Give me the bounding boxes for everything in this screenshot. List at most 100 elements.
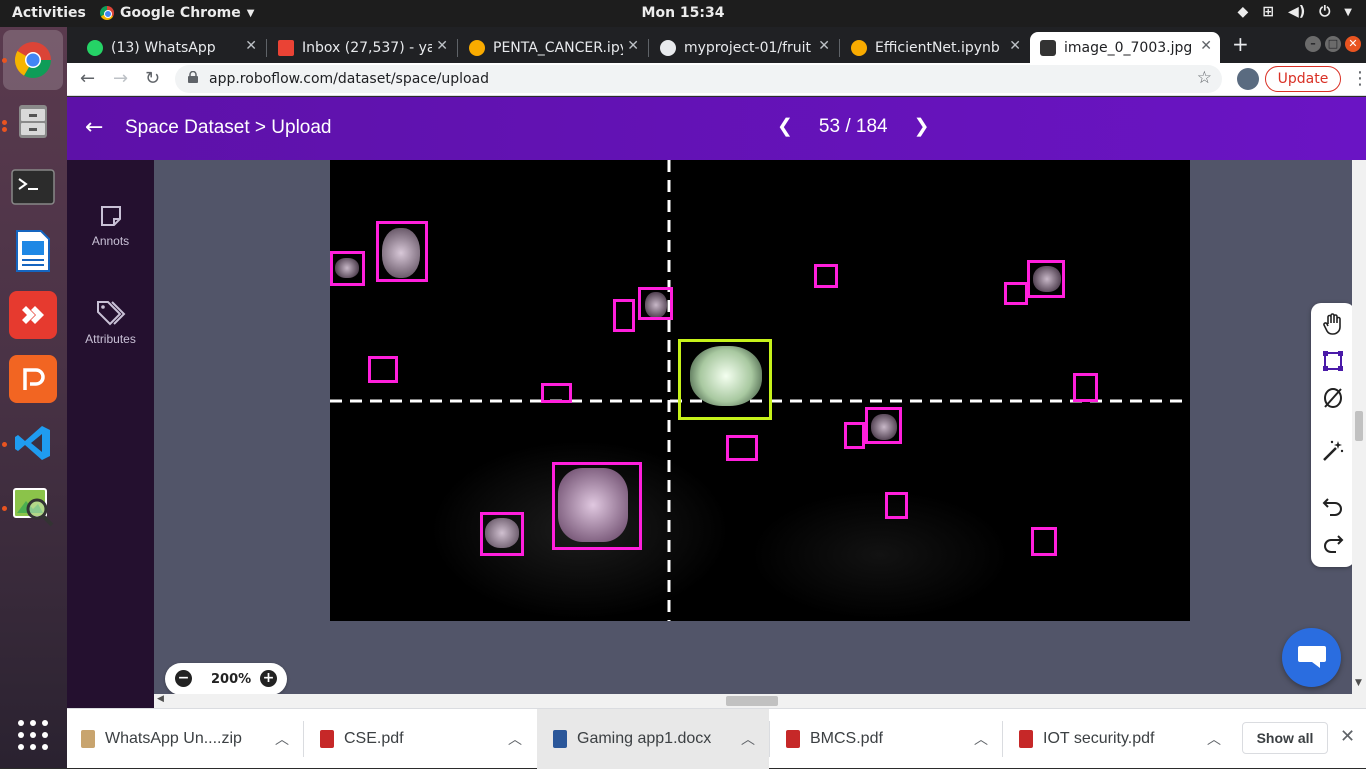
scroll-down-icon[interactable]: ▼: [1355, 678, 1362, 688]
bounding-box[interactable]: [613, 299, 635, 332]
polygon-tool-icon[interactable]: [1321, 386, 1345, 410]
close-icon[interactable]: ✕: [627, 38, 639, 54]
tab-efficientnet[interactable]: EfficientNet.ipynb ✕: [841, 32, 1029, 63]
close-icon[interactable]: ✕: [245, 38, 257, 54]
lock-icon: [188, 71, 198, 83]
scroll-left-icon[interactable]: ◀: [157, 694, 164, 704]
volume-icon[interactable]: ◀): [1288, 4, 1305, 20]
dock-writer[interactable]: [9, 227, 57, 275]
forward-button[interactable]: →: [113, 68, 128, 89]
back-button[interactable]: ←: [80, 68, 95, 89]
chevron-up-icon[interactable]: ︿: [508, 729, 522, 749]
tab-separator: [839, 39, 840, 57]
horizontal-scrollbar[interactable]: ◀: [154, 694, 1366, 708]
close-icon[interactable]: ✕: [1340, 726, 1355, 747]
download-item[interactable]: BMCS.pdf ︿: [770, 709, 1002, 769]
close-icon[interactable]: ✕: [1009, 38, 1021, 54]
bounding-box[interactable]: [330, 251, 365, 286]
tab-penta-cancer[interactable]: PENTA_CANCER.ipy ✕: [459, 32, 647, 63]
bounding-box[interactable]: [844, 422, 865, 449]
dock-image-viewer[interactable]: [9, 483, 57, 531]
note-icon: [100, 206, 121, 226]
chat-button[interactable]: [1282, 628, 1341, 687]
close-icon[interactable]: ✕: [436, 38, 448, 54]
bounding-box[interactable]: [552, 462, 642, 550]
bounding-box[interactable]: [541, 383, 572, 403]
bounding-box[interactable]: [638, 287, 673, 320]
dock-files[interactable]: [9, 97, 57, 145]
show-all-button[interactable]: Show all: [1242, 722, 1328, 754]
redo-icon[interactable]: [1321, 530, 1345, 554]
chevron-up-icon[interactable]: ︿: [275, 729, 289, 749]
tab-title: PENTA_CANCER.ipy: [493, 39, 623, 56]
bounding-box[interactable]: [1073, 373, 1098, 402]
bounding-box[interactable]: [1031, 527, 1057, 556]
download-item[interactable]: Gaming app1.docx ︿: [537, 709, 769, 769]
new-tab-button[interactable]: +: [1232, 32, 1249, 56]
bounding-box[interactable]: [368, 356, 398, 383]
bounding-box[interactable]: [885, 492, 908, 519]
tab-github[interactable]: myproject-01/fruit ✕: [650, 32, 838, 63]
bounding-box[interactable]: [376, 221, 428, 282]
pdf-icon: [320, 730, 334, 748]
download-item[interactable]: IOT security.pdf ︿: [1003, 709, 1235, 769]
bounding-box[interactable]: [865, 407, 902, 444]
power-icon[interactable]: ⏻: [1319, 4, 1330, 20]
dock-terminal[interactable]: [9, 163, 57, 211]
bounding-box[interactable]: [1004, 282, 1028, 305]
zoom-in-button[interactable]: +: [260, 670, 277, 687]
bounding-box-selected[interactable]: [678, 339, 772, 420]
profile-avatar[interactable]: [1237, 68, 1259, 90]
download-item[interactable]: WhatsApp Un....zip ︿: [81, 709, 303, 769]
chevron-down-icon[interactable]: ▼: [1344, 4, 1352, 20]
close-icon[interactable]: ✕: [818, 38, 830, 54]
bounding-box-tool-icon[interactable]: [1321, 349, 1345, 373]
download-item[interactable]: CSE.pdf ︿: [304, 709, 536, 769]
undo-icon[interactable]: [1321, 493, 1345, 517]
magic-wand-icon[interactable]: [1321, 439, 1345, 463]
close-icon[interactable]: ✕: [1200, 38, 1212, 54]
reload-button[interactable]: ↻: [145, 68, 160, 89]
sidebar-item-annots[interactable]: Annots: [67, 204, 154, 248]
annotation-canvas[interactable]: [154, 160, 1366, 708]
bounding-box[interactable]: [1027, 260, 1065, 298]
bounding-box[interactable]: [726, 435, 758, 461]
zoom-out-button[interactable]: −: [175, 670, 192, 687]
update-button[interactable]: Update: [1265, 66, 1341, 92]
chevron-right-icon[interactable]: ❯: [914, 115, 930, 138]
bookmark-star-icon[interactable]: ☆: [1197, 68, 1212, 88]
bounding-box[interactable]: [814, 264, 838, 288]
dock-vscode[interactable]: [9, 419, 57, 467]
dock-anydesk[interactable]: [9, 291, 57, 339]
vertical-scrollbar[interactable]: ▼: [1352, 160, 1366, 694]
hand-pan-icon[interactable]: [1321, 312, 1345, 336]
chevron-up-icon[interactable]: ︿: [1207, 729, 1221, 749]
dock-postman[interactable]: [9, 355, 57, 403]
network-icon[interactable]: ⊞: [1262, 4, 1274, 20]
chevron-up-icon[interactable]: ︿: [741, 729, 755, 749]
back-arrow-icon[interactable]: ←: [85, 115, 103, 140]
maximize-button[interactable]: □: [1325, 36, 1341, 52]
chevron-left-icon[interactable]: ❮: [777, 115, 793, 138]
tab-image[interactable]: image_0_7003.jpg ✕: [1030, 32, 1220, 63]
close-window-button[interactable]: ✕: [1345, 36, 1361, 52]
dropbox-icon[interactable]: ◆: [1238, 4, 1249, 20]
clock[interactable]: Mon 15:34: [0, 5, 1366, 21]
download-shelf: WhatsApp Un....zip ︿ CSE.pdf ︿ Gaming ap…: [67, 708, 1366, 769]
zoom-control: − 200% +: [165, 663, 287, 695]
minimize-button[interactable]: –: [1305, 36, 1321, 52]
show-applications-button[interactable]: [17, 719, 49, 755]
chrome-icon: [14, 42, 52, 79]
address-bar[interactable]: app.roboflow.com/dataset/space/upload ☆: [175, 65, 1222, 93]
kebab-menu-icon[interactable]: ⋮: [1351, 68, 1366, 89]
scroll-thumb[interactable]: [726, 696, 778, 706]
tab-gmail[interactable]: Inbox (27,537) - yad ✕: [268, 32, 456, 63]
tab-whatsapp[interactable]: (13) WhatsApp ✕: [77, 32, 265, 63]
annotation-image[interactable]: [330, 160, 1190, 621]
bounding-box[interactable]: [480, 512, 524, 556]
system-tray[interactable]: ◆ ⊞ ◀) ⏻ ▼: [1238, 4, 1352, 20]
scroll-thumb[interactable]: [1355, 411, 1363, 441]
sidebar-item-attributes[interactable]: Attributes: [67, 300, 154, 346]
chevron-up-icon[interactable]: ︿: [974, 729, 988, 749]
dock-chrome[interactable]: [3, 30, 63, 90]
